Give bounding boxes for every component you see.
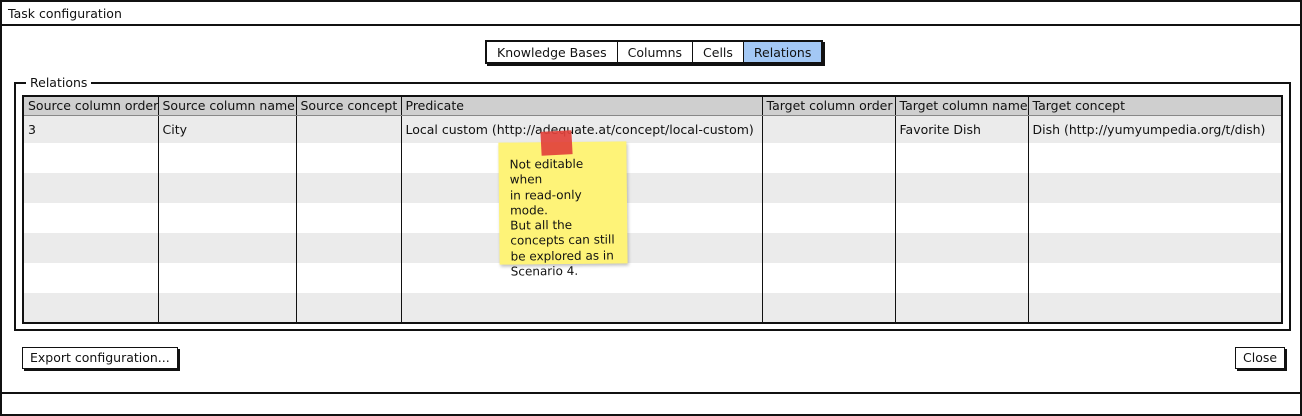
tab-columns[interactable]: Columns xyxy=(618,42,694,62)
table-row[interactable]: 3 City Local custom (http://adequate.at/… xyxy=(24,115,1281,143)
tab-bar: Knowledge Bases Columns Cells Relations xyxy=(485,40,824,64)
window-title: Task configuration xyxy=(2,2,1300,26)
empty-row xyxy=(24,143,1281,173)
empty-row xyxy=(24,293,1281,322)
tab-knowledge-bases[interactable]: Knowledge Bases xyxy=(487,42,618,62)
note-line: be explored as in xyxy=(510,248,614,264)
cell-source-column-name: City xyxy=(158,115,297,143)
relations-legend: Relations xyxy=(15,75,92,91)
cell-target-column-order xyxy=(762,115,896,143)
empty-row xyxy=(24,203,1281,233)
tab-relations[interactable]: Relations xyxy=(743,42,822,62)
empty-row xyxy=(24,233,1281,263)
table-header-row: Source column order Source column name S… xyxy=(24,97,1281,116)
status-bar xyxy=(2,392,1300,394)
cell-predicate: Local custom (http://adequate.at/concept… xyxy=(401,115,763,143)
note-line: Scenario 4. xyxy=(510,263,579,279)
column-header-target-column-order[interactable]: Target column order xyxy=(762,97,896,116)
column-header-target-column-name[interactable]: Target column name xyxy=(895,97,1029,116)
empty-row xyxy=(24,323,1281,324)
empty-row xyxy=(24,263,1281,293)
cell-target-column-name: Favorite Dish xyxy=(895,115,1029,143)
column-header-source-column-order[interactable]: Source column order xyxy=(24,97,159,116)
sticky-tape xyxy=(540,130,573,156)
tab-cells[interactable]: Cells xyxy=(693,42,744,62)
column-header-target-concept[interactable]: Target concept xyxy=(1028,97,1281,116)
column-header-source-column-name[interactable]: Source column name xyxy=(158,97,297,116)
empty-row xyxy=(24,173,1281,203)
note-line: Not editable when xyxy=(509,156,584,187)
note-line: But all the xyxy=(510,218,573,233)
export-configuration-button[interactable]: Export configuration... xyxy=(22,347,178,369)
cell-source-column-order: 3 xyxy=(24,115,159,143)
note-line: concepts can still xyxy=(510,232,615,249)
relations-group: Relations Source column order Source col… xyxy=(14,75,1291,331)
relations-table: Source column order Source column name S… xyxy=(22,95,1283,324)
sticky-note: Not editable when in read-only mode. But… xyxy=(498,141,628,279)
cell-source-concept xyxy=(296,115,402,143)
column-header-predicate[interactable]: Predicate xyxy=(401,97,763,116)
task-configuration-window: Task configuration Knowledge Bases Colum… xyxy=(0,0,1302,416)
column-header-source-concept[interactable]: Source concept xyxy=(296,97,402,116)
close-button[interactable]: Close xyxy=(1235,347,1286,369)
note-line: in read-only mode. xyxy=(509,187,582,218)
cell-target-concept[interactable]: Dish (http://yumyumpedia.org/t/dish) xyxy=(1028,115,1281,143)
